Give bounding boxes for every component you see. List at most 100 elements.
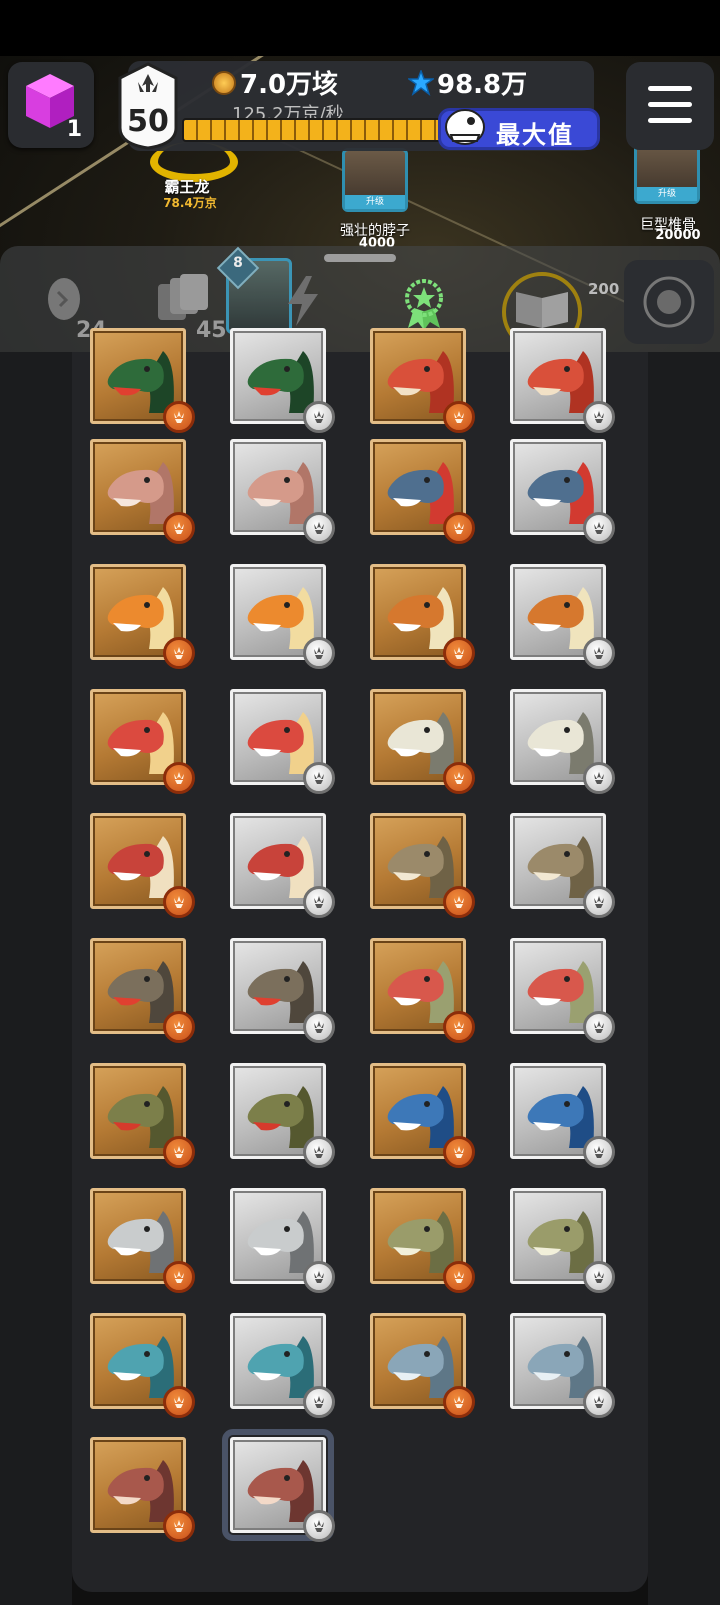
blue-gem-icon [408,70,434,96]
dino-card-bronze[interactable] [90,564,195,669]
dino-card-bronze[interactable] [90,439,195,544]
silver-claw-badge-icon [303,1136,335,1168]
drag-handle[interactable] [324,254,396,262]
bronze-claw-badge-icon [443,1386,475,1418]
left-gutter [0,352,72,1605]
featured-card[interactable]: 8 [216,246,292,334]
dino-card-silver[interactable] [230,689,335,794]
dino-card-silver[interactable] [510,439,615,544]
cards-count: 45 [196,318,227,343]
status-bar-area [0,0,720,56]
dino-card-silver[interactable] [510,689,615,794]
dino-card-silver[interactable] [510,328,615,433]
silver-claw-badge-icon [303,401,335,433]
dino-card-bronze[interactable] [370,1063,475,1168]
award-ribbon-icon [405,279,443,330]
dino-card-bronze[interactable] [90,328,195,433]
collection-panel [72,328,648,1592]
dino-card-bronze[interactable] [90,813,195,918]
dino-card-silver[interactable] [230,1063,335,1168]
card-level: 8 [233,255,243,271]
silver-claw-badge-icon [583,886,615,918]
silver-claw-badge-icon [583,1261,615,1293]
upgrade-tag: 升级 [345,195,405,209]
coin-value: 7.0万垓 [240,70,339,100]
dino-card-bronze[interactable] [370,938,475,1043]
silver-claw-badge-icon [303,1510,335,1542]
dino-card-bronze[interactable] [370,328,475,433]
progress-bar [182,118,446,142]
dino-card-silver[interactable] [230,564,335,669]
dino-card-silver[interactable] [230,813,335,918]
cube-shop-button[interactable]: 1 [8,62,94,148]
lightning-icon [288,276,318,326]
dino-card-bronze[interactable] [90,1188,195,1293]
menu-button[interactable] [626,62,714,150]
spine-upgrade-cost: 20000 [655,228,701,243]
menu-line [648,102,692,107]
silver-claw-badge-icon [303,1011,335,1043]
bronze-claw-badge-icon [443,1011,475,1043]
max-label: 最大值 [496,121,574,149]
silver-claw-badge-icon [583,401,615,433]
dino-card-silver[interactable] [510,813,615,918]
dino-card-bronze[interactable] [370,564,475,669]
dino-card-silver[interactable] [510,1063,615,1168]
bronze-claw-badge-icon [163,762,195,794]
dino-card-silver[interactable] [510,938,615,1043]
bronze-claw-badge-icon [443,637,475,669]
settings-button[interactable] [624,260,714,344]
neck-upgrade-card[interactable]: 升级 [342,148,408,212]
silver-claw-badge-icon [303,512,335,544]
player-level: 50 [127,104,169,139]
dino-card-bronze[interactable] [90,938,195,1043]
tab-boost[interactable] [286,276,320,330]
egg-icon [48,278,80,320]
gear-icon [643,276,695,328]
bronze-claw-badge-icon [163,401,195,433]
dino-card-silver[interactable] [510,1188,615,1293]
bronze-claw-badge-icon [163,1386,195,1418]
dino-card-bronze[interactable] [370,813,475,918]
silver-claw-badge-icon [583,637,615,669]
silver-claw-badge-icon [583,1136,615,1168]
silver-claw-badge-icon [583,762,615,794]
silver-claw-badge-icon [303,637,335,669]
dino-card-bronze[interactable] [370,689,475,794]
dino-card-silver[interactable] [230,938,335,1043]
menu-line [648,86,692,91]
dino-card-bronze[interactable] [90,1437,195,1542]
dino-card-silver[interactable] [230,1313,335,1418]
bronze-claw-badge-icon [443,1136,475,1168]
dino-card-silver[interactable] [230,328,335,433]
dino-card-silver[interactable] [230,1188,335,1293]
dino-card-silver[interactable] [510,1313,615,1418]
dino-card-bronze[interactable] [370,1188,475,1293]
silver-claw-badge-icon [583,512,615,544]
silver-claw-badge-icon [303,1386,335,1418]
book-count: 200 [588,280,620,298]
menu-line [648,118,692,123]
dino-card-bronze[interactable] [370,439,475,544]
dino-card-bronze[interactable] [370,1313,475,1418]
bronze-claw-badge-icon [163,637,195,669]
dino-card-bronze[interactable] [90,689,195,794]
bronze-claw-badge-icon [443,762,475,794]
tab-achievements[interactable] [404,278,444,334]
bronze-claw-badge-icon [443,512,475,544]
dino-card-silver[interactable] [222,1429,335,1542]
dino-card-silver[interactable] [230,439,335,544]
dino-card-bronze[interactable] [90,1313,195,1418]
bronze-claw-badge-icon [443,886,475,918]
bronze-claw-badge-icon [163,1261,195,1293]
max-button[interactable]: 最大值 [438,108,600,150]
silver-claw-badge-icon [303,1261,335,1293]
dino-card-bronze[interactable] [90,1063,195,1168]
bronze-claw-badge-icon [163,886,195,918]
silver-claw-badge-icon [583,1011,615,1043]
cards-icon [158,274,208,320]
dino-card-silver[interactable] [510,564,615,669]
upgrade-tag: 升级 [637,187,697,201]
right-gutter [648,352,720,1605]
silver-claw-badge-icon [583,1386,615,1418]
